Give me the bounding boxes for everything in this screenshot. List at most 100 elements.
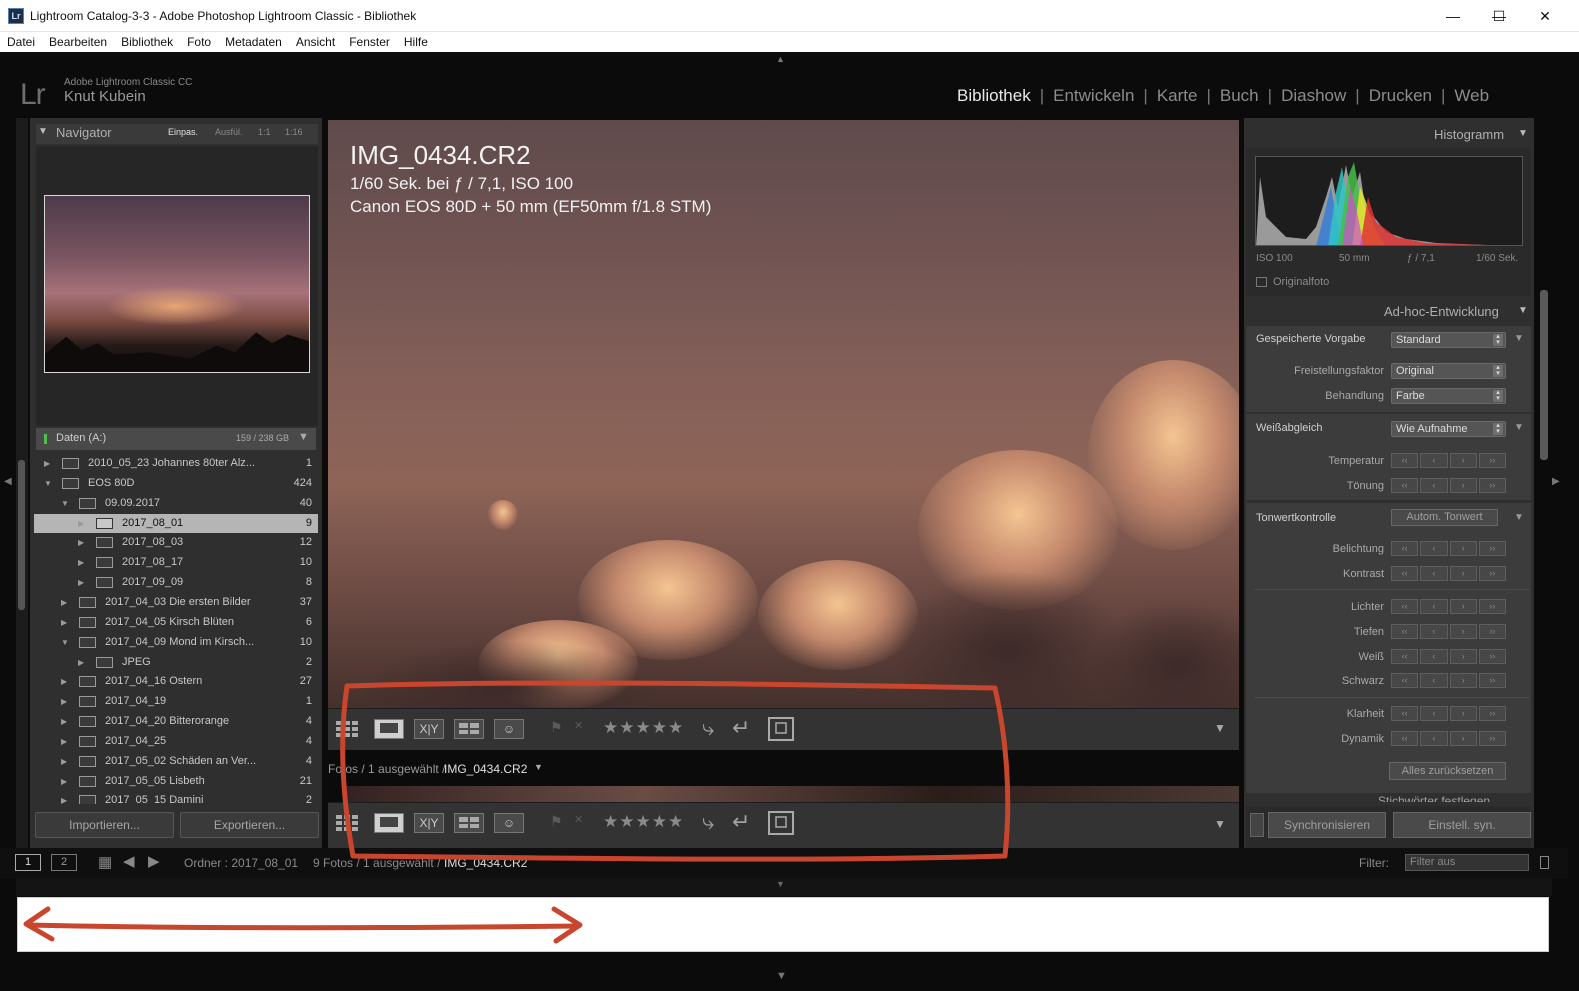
folder-row[interactable]: ▶ 2017_08_17 10 [34,553,318,572]
folder-row[interactable]: ▶ 2017_04_16 Ostern 27 [34,672,318,691]
maximize-button[interactable]: ☐ [1476,0,1522,32]
auto-sync-toggle[interactable] [1250,813,1264,837]
folder-row[interactable]: ▶ 2017_04_19 1 [34,692,318,711]
zoom-custom[interactable]: 1:16 [285,127,303,137]
toolbar-content-chevron-icon[interactable]: ▼ [1214,817,1226,831]
folder-expanded-icon[interactable]: ▼ [61,494,69,513]
collapse-top-panel-icon[interactable]: ▲ [776,54,785,64]
shadows-stepper[interactable]: ‹‹ ‹ › ›› [1391,624,1506,639]
folder-row[interactable]: ▶ 2017_04_20 Bitterorange 4 [34,712,318,731]
folder-expanded-icon[interactable]: ▼ [61,633,69,652]
import-button[interactable]: Importieren... [35,812,174,838]
vibrance-stepper[interactable]: ‹‹ ‹ › ›› [1391,731,1506,746]
sync-button[interactable]: Synchronisieren [1268,812,1386,838]
original-photo-checkbox[interactable] [1256,277,1267,287]
folder-collapsed-icon[interactable]: ▶ [78,653,84,672]
export-button[interactable]: Exportieren... [180,812,319,838]
treatment-dropdown[interactable]: Farbe ▴ ▾ [1391,388,1506,404]
auto-tone-button[interactable]: Autom. Tonwert [1391,509,1498,526]
module-bibliothek[interactable]: Bibliothek [950,86,1038,108]
toolbar-content-chevron-icon[interactable]: ▼ [1214,721,1226,735]
collapse-filmstrip-icon[interactable]: ▼ [776,879,785,889]
menu-foto[interactable]: Foto [180,35,218,49]
folder-source-label[interactable]: Ordner : 2017_08_01 [184,856,298,870]
tone-control-expand-icon[interactable]: ▼ [1514,512,1524,523]
blacks-stepper[interactable]: ‹‹ ‹ › ›› [1391,673,1506,688]
menu-bearbeiten[interactable]: Bearbeiten [42,35,114,49]
folder-row[interactable]: ▶ 2017_05_05 Lisbeth 21 [34,772,318,791]
saved-preset-expand-icon[interactable]: ▼ [1514,333,1524,344]
module-diashow[interactable]: Diashow [1274,86,1353,108]
folder-row[interactable]: ▶ 2017_08_01 9 [34,514,318,533]
navigator-collapse-icon[interactable]: ▼ [38,126,48,137]
menu-bibliothek[interactable]: Bibliothek [114,35,180,49]
keywording-panel-title[interactable]: Stichwörter festlegen [1378,794,1490,802]
folder-row[interactable]: ▶ 2017_04_05 Kirsch Blüten 6 [34,613,318,632]
histogram-title[interactable]: Histogramm [1434,127,1504,142]
minimize-button[interactable]: — [1430,0,1476,32]
menu-metadaten[interactable]: Metadaten [218,35,289,49]
saved-preset-dropdown[interactable]: Standard ▴ ▾ [1391,332,1506,348]
sync-settings-button[interactable]: Einstell. syn. [1393,812,1531,838]
folder-collapsed-icon[interactable]: ▶ [61,712,67,731]
folder-row[interactable]: ▶ JPEG 2 [34,653,318,672]
right-scrollbar[interactable] [1540,290,1548,460]
collapse-right-panel-icon[interactable]: ▶ [1552,476,1560,487]
menu-fenster[interactable]: Fenster [342,35,397,49]
module-web[interactable]: Web [1447,86,1496,108]
module-buch[interactable]: Buch [1213,86,1266,108]
filter-dropdown[interactable]: Filter aus [1405,854,1529,871]
white-balance-dropdown[interactable]: Wie Aufnahme ▴ ▾ [1391,421,1506,437]
reset-all-button[interactable]: Alles zurücksetzen [1389,762,1506,780]
menu-ansicht[interactable]: Ansicht [289,35,342,49]
folder-expanded-icon[interactable]: ▼ [44,474,52,493]
folder-collapsed-icon[interactable]: ▶ [44,454,50,473]
quick-develop-title[interactable]: Ad-hoc-Entwicklung [1384,304,1499,319]
zoom-fill[interactable]: Ausfül. [215,127,243,137]
module-drucken[interactable]: Drucken [1362,86,1439,108]
quick-develop-collapse-icon[interactable]: ▼ [1518,305,1528,316]
zoom-fit[interactable]: Einpas. [168,127,198,137]
folder-row[interactable]: ▶ 2017_08_03 12 [34,533,318,552]
previous-icon[interactable]: ◀ [123,852,135,870]
folder-collapsed-icon[interactable]: ▶ [61,772,67,791]
crop-ratio-dropdown[interactable]: Original ▴ ▾ [1391,363,1506,379]
folder-collapsed-icon[interactable]: ▶ [78,533,84,552]
folder-row[interactable]: ▼ 2017_04_09 Mond im Kirsch... 10 [34,633,318,652]
filter-lock-icon[interactable] [1540,856,1549,869]
left-scrollbar[interactable] [18,460,25,610]
histogram-collapse-icon[interactable]: ▼ [1518,128,1528,139]
folder-collapsed-icon[interactable]: ▶ [61,613,67,632]
temperature-stepper[interactable]: ‹‹ ‹ › ›› [1391,453,1506,468]
module-entwickeln[interactable]: Entwickeln [1046,86,1141,108]
folder-collapsed-icon[interactable]: ▶ [61,593,67,612]
folder-row[interactable]: ▶ 2017_05_02 Schäden an Ver... 4 [34,752,318,771]
menu-datei[interactable]: Datei [0,35,42,49]
zoom-1-1[interactable]: 1:1 [258,127,271,137]
folder-row[interactable]: ▶ 2017_04_03 Die ersten Bilder 37 [34,593,318,612]
folder-row[interactable]: ▶ 2017_09_09 8 [34,573,318,592]
white-balance-expand-icon[interactable]: ▼ [1514,422,1524,433]
tint-stepper[interactable]: ‹‹ ‹ › ›› [1391,478,1506,493]
folder-row[interactable]: ▶ 2010_05_23 Johannes 80ter Alz... 1 [34,454,318,473]
menu-hilfe[interactable]: Hilfe [397,35,435,49]
volume-collapse-icon[interactable]: ▼ [298,431,309,443]
clarity-stepper[interactable]: ‹‹ ‹ › ›› [1391,706,1506,721]
next-icon[interactable]: ▶ [148,852,160,870]
close-button[interactable]: ✕ [1522,0,1568,32]
second-screen-button[interactable]: 2 [51,854,77,871]
navigator-thumbnail[interactable] [44,195,310,373]
highlights-stepper[interactable]: ‹‹ ‹ › ›› [1391,599,1506,614]
collapse-left-panel-icon[interactable]: ◀ [4,476,12,487]
folder-row[interactable]: ▼ EOS 80D 424 [34,474,318,493]
folder-collapsed-icon[interactable]: ▶ [78,553,84,572]
exposure-stepper[interactable]: ‹‹ ‹ › ›› [1391,541,1506,556]
folder-collapsed-icon[interactable]: ▶ [61,752,67,771]
contrast-stepper[interactable]: ‹‹ ‹ › ›› [1391,566,1506,581]
folder-row[interactable]: ▶ 2017_04_25 4 [34,732,318,751]
volume-row[interactable]: Daten (A:) 159 / 238 GB ▼ [36,428,316,450]
grid-shortcut-icon[interactable]: ▦ [98,853,112,871]
module-karte[interactable]: Karte [1150,86,1205,108]
folder-collapsed-icon[interactable]: ▶ [78,514,84,533]
folder-collapsed-icon[interactable]: ▶ [61,672,67,691]
